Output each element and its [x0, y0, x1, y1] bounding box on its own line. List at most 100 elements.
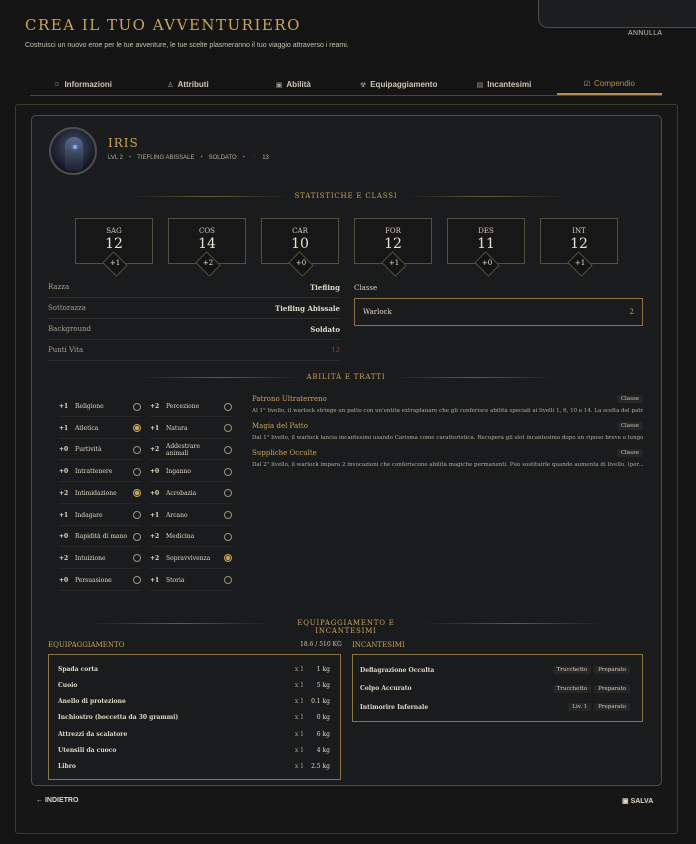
hero-background: SOLDATO: [208, 154, 237, 161]
tab-incantesimi[interactable]: ▤ Incantesimi: [451, 74, 556, 95]
proficiency-radio[interactable]: [133, 445, 141, 454]
skill-name: Religione: [75, 403, 104, 410]
stats-title: STATISTICHE E CLASSI: [294, 192, 398, 200]
tab-informazioni[interactable]: ☺ Informazioni: [30, 74, 135, 95]
skill-row: +0 Inganno: [150, 462, 232, 483]
skill-name: Intimidazione: [75, 489, 117, 497]
skill-row: +2 Percezione: [150, 397, 232, 417]
proficiency-radio[interactable]: [133, 511, 141, 519]
spell-name: Deflagrazione Occulta: [360, 666, 435, 674]
save-button[interactable]: ▣ SALVA: [622, 797, 653, 805]
book-icon: ▣: [275, 81, 283, 89]
hero-hp: 13: [262, 154, 269, 161]
proficiency-radio[interactable]: [224, 511, 232, 519]
divider: [424, 623, 604, 624]
proficiency-radio[interactable]: [133, 424, 141, 433]
skill-name: Percezione: [166, 403, 200, 410]
item-weight: 5 kg: [316, 681, 330, 689]
equip-section-title: EQUIPAGGIAMENTO E INCANTESIMI: [297, 619, 395, 635]
proficiency-radio[interactable]: [224, 489, 232, 498]
proficiency-radio[interactable]: [133, 532, 141, 541]
skill-row: +0 Intrattenere: [59, 462, 141, 483]
tab-abilita[interactable]: ▣ Abilità: [241, 74, 346, 95]
skill-row: +1 Indagare: [59, 506, 141, 526]
skill-mod: +1: [59, 424, 69, 432]
proficiency-radio[interactable]: [133, 554, 141, 563]
back-button[interactable]: ← INDIETRO: [36, 797, 78, 804]
equipment-item: Attrezzi da scalatore x 1 6 kg: [58, 727, 330, 741]
hero-name: IRIS: [108, 136, 139, 150]
skill-mod: +1: [150, 511, 160, 519]
item-qty: x 1: [294, 714, 304, 722]
stat-int: INT 12 +1: [540, 218, 618, 277]
skill-row: +1 Storia: [150, 571, 232, 591]
skill-name: Intrattenere: [75, 468, 113, 476]
skill-row: +2 Medicina: [150, 527, 232, 548]
proficiency-radio[interactable]: [133, 467, 141, 476]
spell-name: Colpo Accurato: [360, 685, 412, 692]
tab-compendio[interactable]: ☑ Compendio: [556, 74, 662, 95]
skill-name: Rapidità di mano: [75, 533, 128, 541]
item-weight: 2.5 kg: [311, 763, 330, 771]
skill-row: +1 Natura: [150, 419, 232, 439]
item-name: Anello di protezione: [58, 698, 126, 706]
spells-title: INCANTESIMI: [352, 641, 405, 649]
class-entry: Warlock 2: [354, 298, 643, 326]
spell-status: Preparato: [594, 684, 630, 693]
proficiency-radio[interactable]: [133, 402, 141, 411]
people-icon: ♙: [167, 81, 174, 89]
skill-mod: +0: [59, 468, 69, 476]
proficiency-radio[interactable]: [224, 576, 232, 585]
item-qty: x 1: [294, 665, 304, 673]
proficiency-radio[interactable]: [224, 532, 232, 541]
divider: [90, 623, 270, 624]
tab-equipaggiamento[interactable]: ☢ Equipaggiamento: [346, 74, 451, 95]
divider: [140, 377, 300, 378]
skill-name: Indagare: [75, 511, 103, 519]
item-name: Utensili da cuoco: [58, 747, 117, 754]
skill-row: +2 Intuizione: [59, 549, 141, 569]
item-weight: 0 kg: [316, 714, 330, 722]
skills-title: ABILITÀ E TRATTI: [306, 373, 386, 381]
spell-item: Intimorire Infernale Liv. 1 Preparato: [360, 700, 630, 714]
trait-item: Patrono Ultraterreno Classe Al 1° livello,…: [252, 395, 643, 414]
hero-race: TIEFLING ABISSALE: [137, 154, 195, 161]
equipment-item: Anello di protezione x 1 0.1 kg: [58, 695, 330, 709]
proficiency-radio[interactable]: [224, 554, 232, 563]
proficiency-radio[interactable]: [224, 424, 232, 433]
top-panel: [538, 0, 696, 28]
page-title: Crea il tuo avventuriero: [25, 16, 301, 34]
bag-icon: ☢: [359, 81, 367, 89]
skill-mod: +2: [59, 554, 69, 562]
equipment-item: Cuoio x 1 5 kg: [58, 678, 330, 692]
item-qty: x 1: [294, 698, 304, 706]
equipment-item: Utensili da cuoco x 1 4 kg: [58, 744, 330, 758]
item-weight: 0.1 kg: [311, 698, 330, 706]
skill-mod: +2: [150, 446, 160, 454]
skill-mod: +1: [59, 511, 69, 519]
item-weight: 4 kg: [316, 747, 330, 754]
skill-row: +2 Sopravvivenza: [150, 549, 232, 569]
proficiency-radio[interactable]: [133, 576, 141, 585]
item-qty: x 1: [294, 730, 304, 738]
cancel-button[interactable]: ANNULLA: [628, 30, 662, 37]
proficiency-radio[interactable]: [133, 489, 141, 498]
trait-item: Suppliche Occulte Classe Dal 2° livello, i…: [252, 449, 643, 468]
item-name: Cuoio: [58, 681, 78, 689]
proficiency-radio[interactable]: [224, 467, 232, 476]
skill-name: Intuizione: [75, 554, 106, 562]
tab-attributi[interactable]: ♙ Attributi: [135, 74, 240, 95]
skill-row: +1 Religione: [59, 397, 141, 417]
skill-mod: +0: [59, 576, 69, 584]
equipment-weight: 18.6 / 510 KG: [300, 641, 342, 648]
divider: [130, 196, 290, 197]
skill-name: Acrobazia: [166, 489, 197, 497]
proficiency-radio[interactable]: [224, 445, 232, 454]
stat-des: DES 11 +0: [447, 218, 525, 277]
info-row-race: Razza Tiefling: [48, 277, 340, 298]
item-qty: x 1: [294, 747, 304, 754]
skill-mod: +0: [59, 446, 69, 454]
proficiency-radio[interactable]: [224, 402, 232, 411]
class-label: Classe: [354, 284, 378, 292]
spell-tag: Liv. 1: [568, 703, 592, 711]
